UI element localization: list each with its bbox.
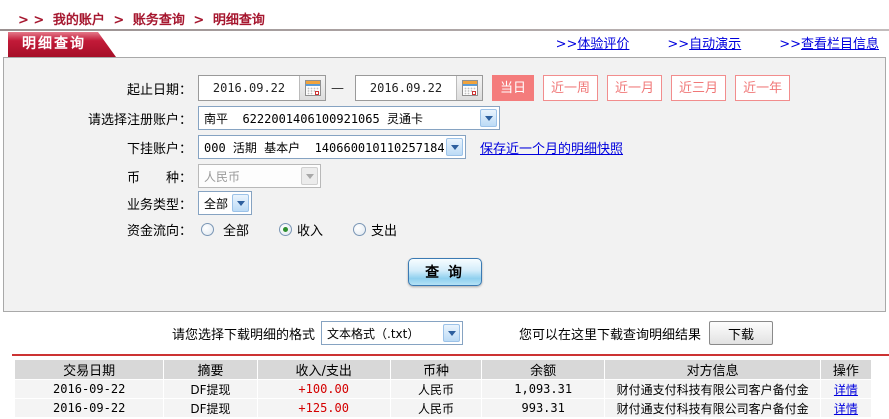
transaction-table: 交易日期 摘要 收入/支出 币种 余额 对方信息 操作 2016-09-22 D… [14, 359, 872, 418]
start-date-calendar-button[interactable] [299, 76, 325, 100]
register-account-value: 南平 6222001406100921065 灵通卡 [204, 110, 478, 127]
save-snapshot-link[interactable]: 保存近一个月的明细快照 [480, 138, 623, 157]
end-date-calendar-button[interactable] [456, 76, 482, 100]
fund-flow-label: 资金流向： [4, 220, 192, 239]
currency-label: 币 种： [4, 167, 192, 186]
fund-flow-option-income[interactable]: 收入 [279, 220, 323, 239]
radio-checked-icon [279, 223, 292, 236]
business-type-value: 全部 [204, 195, 230, 212]
query-button[interactable]: 查 询 [408, 258, 482, 286]
link-view-column-info[interactable]: >>查看栏目信息 [779, 33, 879, 57]
table-header-row: 交易日期 摘要 收入/支出 币种 余额 对方信息 操作 [15, 360, 871, 379]
currency-value: 人民币 [204, 168, 299, 185]
cell-amount: +125.00 [258, 399, 390, 417]
date-range-row: 起止日期： 2016.09.22 — 2016.09.22 当日 近一周 近一月… [4, 75, 885, 101]
sub-account-value: 000 活期 基本户 1406600101102571848 [204, 139, 444, 156]
cell-summary: DF提现 [164, 380, 256, 398]
business-type-select[interactable]: 全部 [198, 191, 252, 215]
table-top-divider [12, 354, 889, 356]
currency-select: 人民币 [198, 164, 321, 188]
download-format-select[interactable]: 文本格式（.txt） [321, 321, 463, 345]
radio-unchecked-icon [353, 223, 366, 236]
col-income-expense: 收入/支出 [258, 360, 390, 379]
download-button[interactable]: 下载 [709, 321, 773, 345]
cell-balance: 1,093.31 [482, 380, 604, 398]
fund-flow-radio-group: 全部 收入 支出 [201, 220, 427, 239]
quick-range-year-button[interactable]: 近一年 [735, 75, 790, 101]
download-row: 请您选择下载明细的格式 文本格式（.txt） 您可以在这里下载查询明细结果 下载 [0, 320, 889, 346]
col-action: 操作 [821, 360, 871, 379]
sub-account-select[interactable]: 000 活期 基本户 1406600101102571848 [198, 135, 466, 159]
tab-bar: 明细查询 >>体验评价 >>自动演示 >>查看栏目信息 [0, 31, 889, 57]
business-type-row: 业务类型： 全部 [4, 191, 885, 215]
cell-summary: DF提现 [164, 399, 256, 417]
calendar-icon [305, 80, 321, 96]
chevron-down-icon [232, 194, 249, 212]
sub-account-row: 下挂账户： 000 活期 基本户 1406600101102571848 保存近… [4, 135, 885, 159]
cell-counterparty: 财付通支付科技有限公司客户备付金 [605, 380, 820, 398]
radio-unchecked-icon [201, 223, 214, 236]
breadcrumb-item-my-account[interactable]: 我的账户 [53, 13, 105, 28]
register-account-row: 请选择注册账户： 南平 6222001406100921065 灵通卡 [4, 106, 885, 130]
cell-currency: 人民币 [391, 399, 481, 417]
download-format-label: 请您选择下载明细的格式 [172, 324, 315, 343]
chevron-down-icon [446, 138, 463, 156]
breadcrumb-item-detail-query[interactable]: 明细查询 [213, 13, 265, 28]
breadcrumb-separator: > [113, 13, 124, 28]
cell-counterparty: 财付通支付科技有限公司客户备付金 [605, 399, 820, 417]
detail-link[interactable]: 详情 [834, 402, 858, 416]
chevron-down-icon [301, 167, 318, 185]
register-account-label: 请选择注册账户： [4, 109, 192, 128]
cell-currency: 人民币 [391, 380, 481, 398]
breadcrumb-prefix: > > [18, 13, 44, 28]
col-summary: 摘要 [164, 360, 256, 379]
date-range-label: 起止日期： [4, 79, 192, 98]
col-balance: 余额 [482, 360, 604, 379]
business-type-label: 业务类型： [4, 194, 192, 213]
cell-date: 2016-09-22 [15, 399, 163, 417]
table-row: 2016-09-22 DF提现 +125.00 人民币 993.31 财付通支付… [15, 399, 871, 417]
chevron-down-icon [443, 324, 460, 342]
link-experience-rating[interactable]: >>体验评价 [556, 33, 630, 57]
detail-link[interactable]: 详情 [834, 383, 858, 397]
breadcrumb-item-account-query[interactable]: 账务查询 [133, 13, 185, 28]
start-date-value: 2016.09.22 [199, 81, 299, 95]
quick-range-month-button[interactable]: 近一月 [607, 75, 662, 101]
download-format-value: 文本格式（.txt） [327, 325, 441, 342]
fund-flow-option-expense[interactable]: 支出 [353, 220, 397, 239]
fund-flow-row: 资金流向： 全部 收入 支出 [4, 220, 885, 239]
breadcrumb: > > 我的账户 > 账务查询 > 明细查询 [0, 0, 889, 29]
link-auto-demo[interactable]: >>自动演示 [667, 33, 741, 57]
fund-flow-option-all[interactable]: 全部 [201, 220, 249, 239]
quick-range-week-button[interactable]: 近一周 [543, 75, 598, 101]
start-date-input[interactable]: 2016.09.22 [198, 75, 326, 101]
end-date-input[interactable]: 2016.09.22 [355, 75, 483, 101]
cell-balance: 993.31 [482, 399, 604, 417]
quick-range-today-button[interactable]: 当日 [492, 75, 534, 101]
header-links: >>体验评价 >>自动演示 >>查看栏目信息 [556, 33, 879, 57]
download-hint: 您可以在这里下载查询明细结果 [519, 324, 701, 343]
calendar-icon [462, 80, 478, 96]
col-currency: 币种 [391, 360, 481, 379]
chevron-down-icon [480, 109, 497, 127]
cell-date: 2016-09-22 [15, 380, 163, 398]
date-range-separator: — [331, 81, 344, 96]
end-date-value: 2016.09.22 [356, 81, 456, 95]
currency-row: 币 种： 人民币 [4, 164, 885, 188]
register-account-select[interactable]: 南平 6222001406100921065 灵通卡 [198, 106, 500, 130]
query-form-panel: 起止日期： 2016.09.22 — 2016.09.22 当日 近一周 近一月… [3, 57, 886, 312]
tab-detail-query[interactable]: 明细查询 [8, 32, 116, 57]
table-row: 2016-09-22 DF提现 +100.00 人民币 1,093.31 财付通… [15, 380, 871, 398]
sub-account-label: 下挂账户： [4, 138, 192, 157]
breadcrumb-separator: > [193, 13, 204, 28]
col-counterparty: 对方信息 [605, 360, 820, 379]
cell-amount: +100.00 [258, 380, 390, 398]
quick-range-quarter-button[interactable]: 近三月 [671, 75, 726, 101]
col-transaction-date: 交易日期 [15, 360, 163, 379]
